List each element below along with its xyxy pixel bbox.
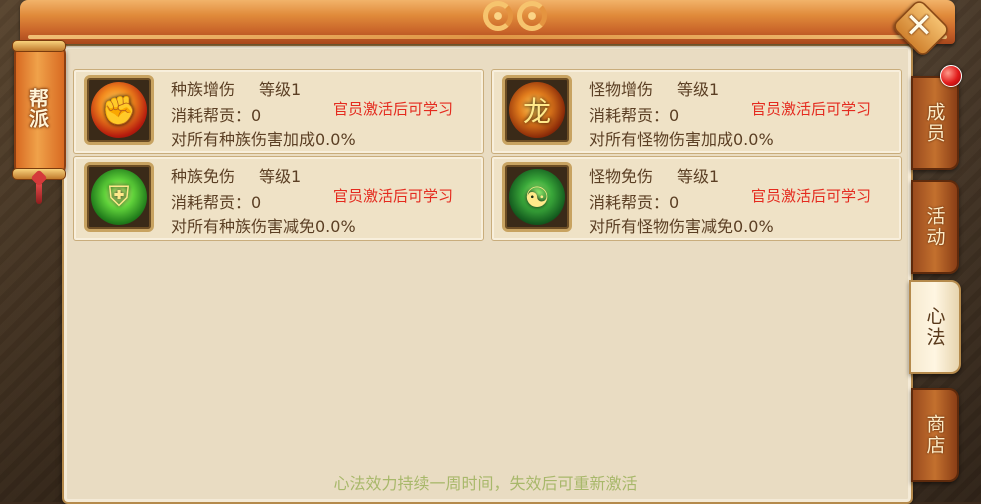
tab-label: 成员 (923, 102, 946, 144)
skill-level: 等级1 (677, 167, 720, 186)
skill-requirement: 官员激活后可学习 (751, 100, 872, 118)
tab-mind-skills[interactable]: 心法 (909, 280, 961, 374)
cloud-swirl-ornament-icon (460, 0, 570, 34)
close-button[interactable]: ✕ (893, 3, 945, 49)
fist-icon: ✊ (91, 82, 147, 138)
skill-cost: 消耗帮贡：0 (171, 106, 262, 125)
window-title: 帮派 (25, 88, 50, 128)
skill-effect: 对所有种族伤害加成0.0% (171, 130, 356, 149)
skill-requirement: 官员激活后可学习 (333, 100, 454, 118)
tab-label: 心法 (923, 306, 946, 348)
shield-icon: ⛨ (91, 169, 147, 225)
skill-requirement: 官员激活后可学习 (751, 187, 872, 205)
skill-icon-frame: ✊ (84, 75, 154, 145)
skill-icon-frame: 龙 (502, 75, 572, 145)
skill-level: 等级1 (259, 167, 302, 186)
skill-level: 等级1 (259, 80, 302, 99)
skill-requirement: 官员激活后可学习 (333, 187, 454, 205)
tab-members[interactable]: 成员 (911, 76, 959, 170)
skill-card-race-damage-boost[interactable]: ✊ 种族增伤 等级1 消耗帮贡：0 官员激活后可学习 对所有种族伤害加成0.0% (73, 69, 484, 154)
skill-card-monster-damage-boost[interactable]: 龙 怪物增伤 等级1 消耗帮贡：0 官员激活后可学习 对所有怪物伤害加成0.0% (491, 69, 902, 154)
tab-label: 商店 (923, 414, 946, 456)
skill-effect: 对所有怪物伤害加成0.0% (589, 130, 774, 149)
skill-cost: 消耗帮贡：0 (171, 193, 262, 212)
notification-badge (940, 65, 962, 87)
skill-cost: 消耗帮贡：0 (589, 106, 680, 125)
skill-effect: 对所有种族伤害减免0.0% (171, 217, 356, 236)
skill-name: 种族增伤 (171, 80, 236, 99)
tassel-icon (30, 169, 48, 208)
tab-shop[interactable]: 商店 (911, 388, 959, 482)
skill-cost: 消耗帮贡：0 (589, 193, 680, 212)
golden-dragon-icon: 龙 (509, 82, 565, 138)
skill-name: 种族免伤 (171, 167, 236, 186)
green-spirit-icon: ☯ (509, 169, 565, 225)
skill-name: 怪物免伤 (589, 167, 654, 186)
skill-effect: 对所有怪物伤害减免0.0% (589, 217, 774, 236)
tab-label: 活动 (923, 206, 946, 248)
skill-icon-frame: ⛨ (84, 162, 154, 232)
skill-name: 怪物增伤 (589, 80, 654, 99)
skill-card-race-damage-reduction[interactable]: ⛨ 种族免伤 等级1 消耗帮贡：0 官员激活后可学习 对所有种族伤害减免0.0% (73, 156, 484, 241)
tab-activities[interactable]: 活动 (911, 180, 959, 274)
skill-level: 等级1 (677, 80, 720, 99)
footer-note: 心法效力持续一周时间，失效后可重新激活 (333, 474, 638, 493)
skill-icon-frame: ☯ (502, 162, 572, 232)
skill-card-monster-damage-reduction[interactable]: ☯ 怪物免伤 等级1 消耗帮贡：0 官员激活后可学习 对所有怪物伤害减免0.0% (491, 156, 902, 241)
window-header-bar (20, 0, 955, 44)
